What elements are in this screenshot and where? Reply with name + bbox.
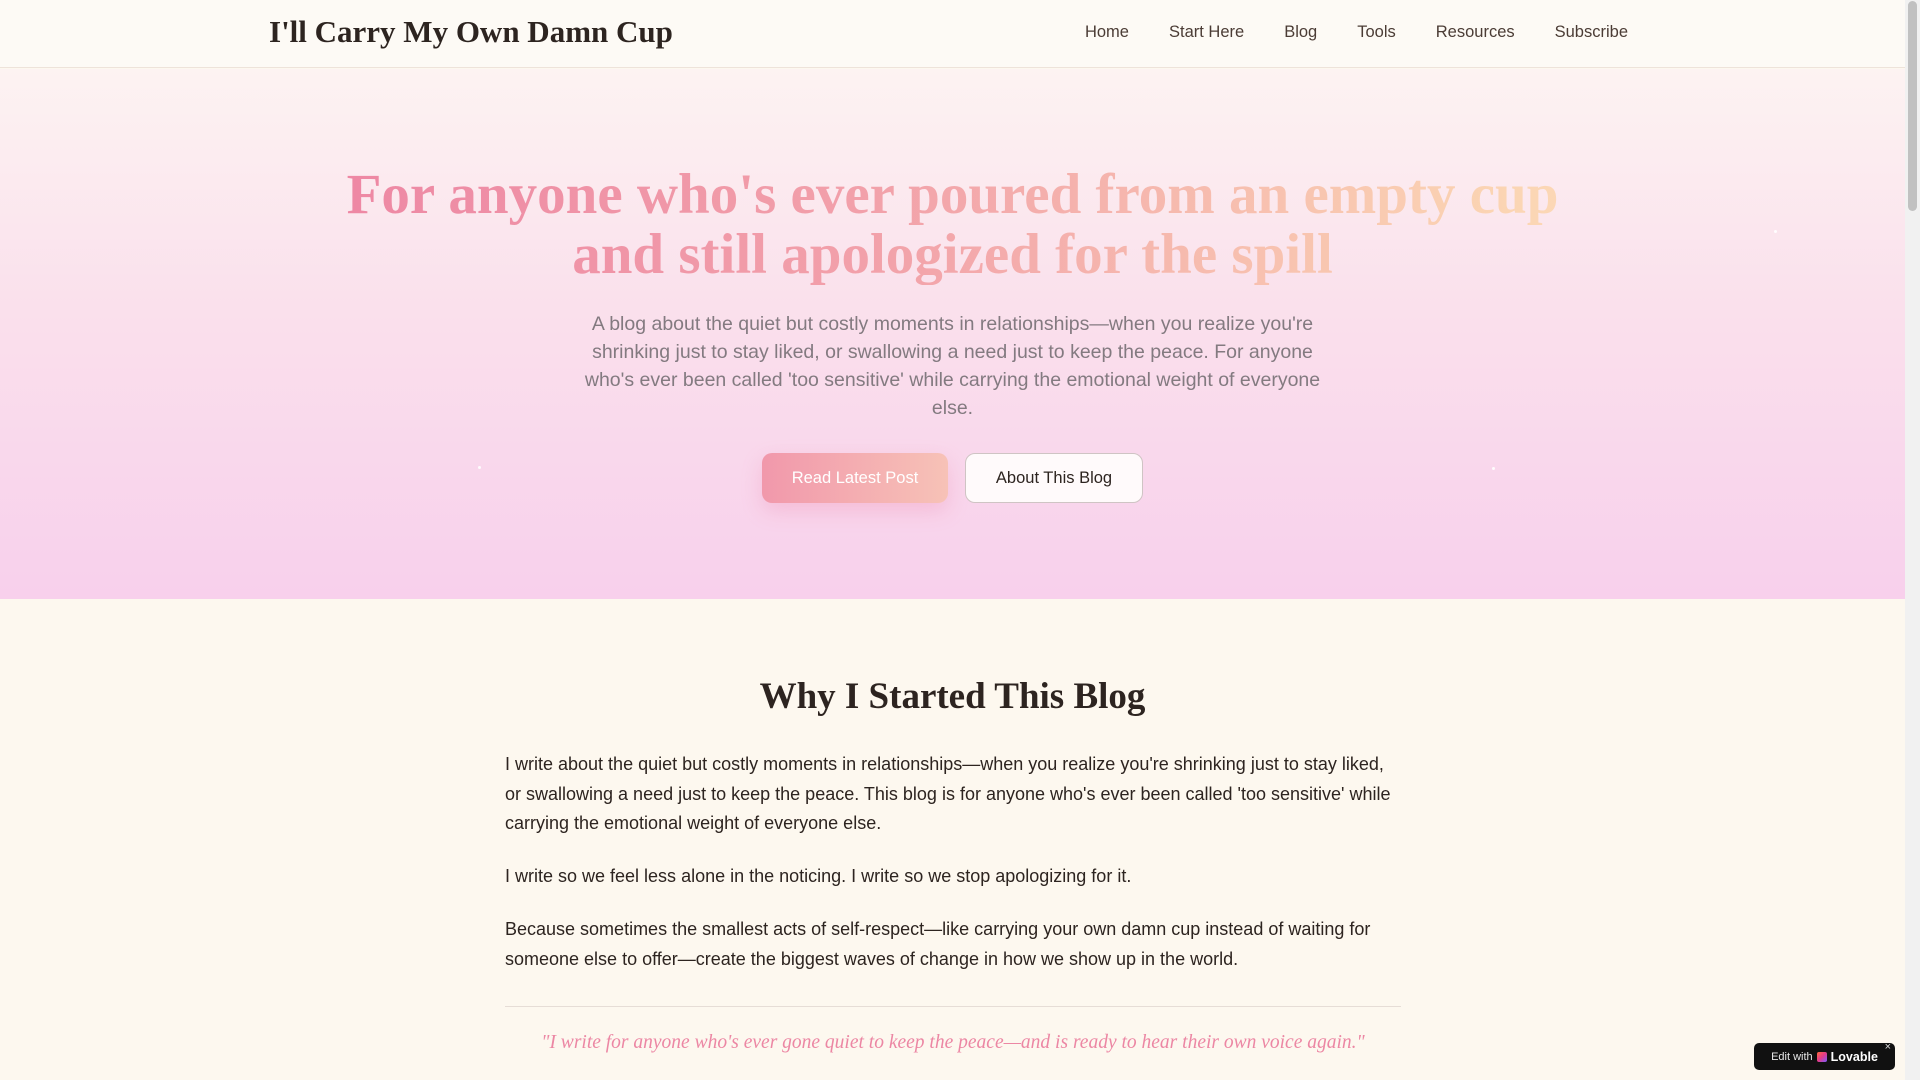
- hero-subtitle: A blog about the quiet but costly moment…: [584, 313, 1321, 419]
- nav-item-tools[interactable]: Tools: [1357, 23, 1396, 42]
- nav-links: Home Start Here Blog Tools Resources Sub…: [1085, 23, 1628, 42]
- hero-title-line-2: and still apologized for the spill: [572, 223, 1333, 286]
- about-paragraph-2: I write so we feel less alone in the not…: [505, 866, 1132, 886]
- section-title: Why I Started This Blog: [759, 676, 1146, 717]
- lovable-logo-icon: [1816, 1051, 1827, 1062]
- nav-item-home[interactable]: Home: [1085, 23, 1129, 42]
- badge-prefix: Edit with: [1771, 1050, 1813, 1063]
- hero-title-line-1: For anyone who's ever poured from an emp…: [346, 163, 1559, 226]
- edit-with-lovable-badge[interactable]: Edit with Lovable ×: [1754, 1041, 1895, 1070]
- pull-quote: "I write for anyone who's ever gone quie…: [541, 1032, 1365, 1053]
- scrollbar-thumb[interactable]: [1908, 1, 1917, 211]
- top-nav: I'll Carry My Own Damn Cup Home Start He…: [0, 0, 1905, 68]
- page: I'll Carry My Own Damn Cup Home Start He…: [0, 0, 1905, 1080]
- about-paragraph-3: Because sometimes the smallest acts of s…: [505, 919, 1371, 969]
- about-paragraph-1: I write about the quiet but costly momen…: [505, 754, 1391, 833]
- badge-brand: Lovable: [1830, 1049, 1878, 1064]
- nav-item-subscribe[interactable]: Subscribe: [1555, 23, 1628, 42]
- sparkle-dot: [1774, 230, 1777, 233]
- about-this-blog-button[interactable]: About This Blog: [965, 453, 1143, 503]
- sparkle-dot: [1492, 467, 1495, 470]
- nav-item-resources[interactable]: Resources: [1436, 23, 1515, 42]
- hero-section: For anyone who's ever poured from an emp…: [0, 69, 1905, 599]
- nav-item-blog[interactable]: Blog: [1284, 23, 1317, 42]
- site-brand[interactable]: I'll Carry My Own Damn Cup: [269, 14, 673, 50]
- hero-title: For anyone who's ever poured from an emp…: [160, 165, 1745, 285]
- sparkle-dot: [478, 466, 481, 469]
- read-latest-post-button[interactable]: Read Latest Post: [762, 453, 948, 503]
- divider: [505, 1006, 1401, 1007]
- close-icon[interactable]: ×: [1885, 1041, 1891, 1053]
- page-scrollbar[interactable]: [1905, 0, 1920, 1080]
- nav-item-start-here[interactable]: Start Here: [1169, 23, 1244, 42]
